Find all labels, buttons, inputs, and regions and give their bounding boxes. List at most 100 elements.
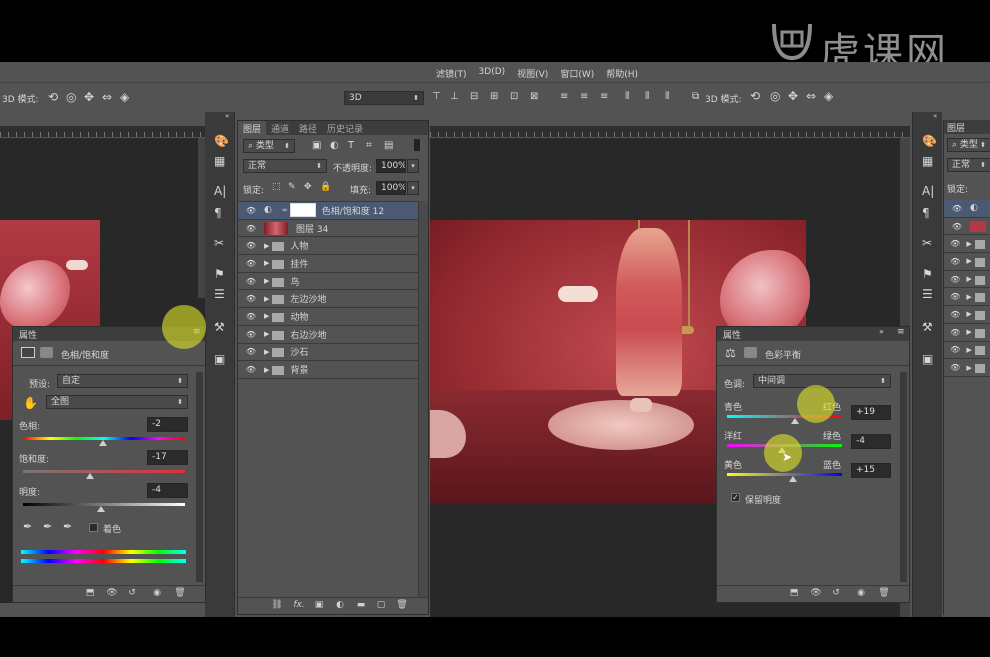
delete-adjustment-icon[interactable]: 🗑 xyxy=(171,588,189,598)
scale-icon[interactable]: ◈ xyxy=(824,89,833,103)
menu-view[interactable]: 视图(V) xyxy=(517,67,548,82)
align-top-icon[interactable]: ⊤ xyxy=(432,91,441,102)
layer-row-group[interactable]: 👁 ▶ 鸟 xyxy=(238,273,418,291)
reset-icon[interactable]: ↺ xyxy=(123,588,141,598)
panel-menu-icon[interactable]: ≡ xyxy=(897,327,905,337)
orbit-icon[interactable]: ⟲ xyxy=(48,90,58,104)
collapse-arrows-icon[interactable]: « xyxy=(225,112,229,120)
layer-row-group[interactable]: 👁 ▶ 右边沙地 xyxy=(238,326,418,344)
right-edge-row[interactable]: 👁 ▶ xyxy=(944,271,990,289)
right-edge-row[interactable]: 👁 ▶ xyxy=(944,342,990,360)
pan-icon[interactable]: ✥ xyxy=(84,90,94,104)
tab-history[interactable]: 历史记录 xyxy=(322,121,368,135)
reset-icon[interactable]: ↺ xyxy=(827,588,845,598)
preset-dropdown[interactable]: 自定 xyxy=(57,374,188,388)
eye-icon[interactable]: 👁 xyxy=(238,347,264,356)
colorize-checkbox[interactable] xyxy=(89,523,98,532)
clip-to-layer-icon[interactable]: ⬒ xyxy=(785,588,803,598)
align-hcenter-icon[interactable]: ⊡ xyxy=(510,91,518,102)
layer-row-layer-34[interactable]: 👁 图层 34 xyxy=(238,220,418,238)
left-doc-scrollbar[interactable] xyxy=(198,138,205,298)
menu-help[interactable]: 帮助(H) xyxy=(606,67,638,82)
expand-arrow-icon[interactable]: ▶ xyxy=(264,348,269,356)
right-edge-blend[interactable]: 正常 xyxy=(947,158,990,172)
visibility-icon[interactable]: ◉ xyxy=(148,588,166,598)
auto-align-icon[interactable]: ⧉ xyxy=(692,91,699,102)
scale-icon[interactable]: ◈ xyxy=(120,90,129,104)
eye-icon[interactable]: 👁 xyxy=(238,277,264,286)
eye-icon[interactable]: 👁 xyxy=(944,239,966,248)
tab-channels[interactable]: 通道 xyxy=(266,121,294,135)
expand-arrow-icon[interactable]: ▶ xyxy=(966,346,971,354)
align-left-icon[interactable]: ⊞ xyxy=(490,91,498,102)
channel-dropdown[interactable]: 全图 xyxy=(46,395,188,409)
layer-filter-dropdown[interactable]: ⌕ 类型 xyxy=(243,139,295,153)
tab-paths[interactable]: 路径 xyxy=(294,121,322,135)
eye-icon[interactable]: 👁 xyxy=(238,259,264,268)
palette-icon[interactable]: 🎨 xyxy=(922,134,937,148)
layer-row-group[interactable]: 👁 ▶ 背景 xyxy=(238,361,418,379)
view-previous-icon[interactable]: 👁 xyxy=(807,588,825,598)
palette-icon[interactable]: 🎨 xyxy=(214,134,229,148)
distribute-center-icon[interactable]: ≡ xyxy=(580,91,588,102)
eye-icon[interactable]: 👁 xyxy=(944,275,966,284)
paragraph-icon[interactable]: ¶ xyxy=(214,206,222,220)
filter-pixel-icon[interactable]: ▣ xyxy=(312,140,321,151)
align-bottom-icon[interactable]: ⊟ xyxy=(470,91,478,102)
right-edge-row[interactable]: 👁 xyxy=(944,218,990,236)
mask-icon[interactable] xyxy=(744,347,757,358)
expand-arrow-icon[interactable]: ▶ xyxy=(264,312,269,320)
slide-icon[interactable]: ⇔ xyxy=(806,89,816,103)
orbit-icon[interactable]: ⟲ xyxy=(750,89,760,103)
expand-arrow-icon[interactable]: ▶ xyxy=(264,330,269,338)
eye-icon[interactable]: 👁 xyxy=(238,294,264,303)
menu-window[interactable]: 窗口(W) xyxy=(560,67,594,82)
paragraph-icon[interactable]: ¶ xyxy=(922,206,930,220)
expand-arrow-icon[interactable]: ▶ xyxy=(264,242,269,250)
expand-arrow-icon[interactable]: ▶ xyxy=(966,364,971,372)
clip-to-layer-icon[interactable]: ⬒ xyxy=(81,588,99,598)
fx-icon[interactable]: fx. xyxy=(290,600,308,610)
opacity-input[interactable]: 100% xyxy=(376,159,406,173)
preserve-luminosity-checkbox[interactable]: ✓ xyxy=(731,493,740,502)
roll-icon[interactable]: ◎ xyxy=(66,90,76,104)
right-edge-row[interactable]: 👁 ▶ xyxy=(944,306,990,324)
right-edge-row[interactable]: 👁 ▶ xyxy=(944,288,990,307)
yellow-blue-slider-thumb[interactable] xyxy=(789,476,798,482)
saturation-input[interactable]: -17 xyxy=(147,450,188,465)
eye-icon[interactable]: 👁 xyxy=(944,328,966,337)
swatches-icon[interactable]: ▦ xyxy=(214,154,225,168)
distribute-hcenter-icon[interactable]: ⦀ xyxy=(645,91,649,102)
lock-transparent-icon[interactable]: ⬚ xyxy=(272,182,281,192)
tools-icon[interactable]: ✂ xyxy=(922,236,932,250)
layer-comps-icon[interactable]: ▣ xyxy=(214,352,225,366)
right-edge-filter[interactable]: ⌕ 类型 xyxy=(947,138,990,152)
eye-icon[interactable]: 👁 xyxy=(944,204,970,213)
pan-icon[interactable]: ✥ xyxy=(788,89,798,103)
new-layer-icon[interactable]: ▢ xyxy=(372,600,390,610)
clone-source-icon[interactable]: ⚒ xyxy=(214,320,225,334)
new-group-icon[interactable]: ▬ xyxy=(352,600,370,610)
eye-icon[interactable]: 👁 xyxy=(238,241,264,250)
lightness-input[interactable]: -4 xyxy=(147,483,188,498)
saturation-slider-track[interactable] xyxy=(23,470,185,473)
layer-row-group[interactable]: 👁 ▶ 左边沙地 xyxy=(238,290,418,309)
hand-tool-icon[interactable]: ✋ xyxy=(23,396,38,410)
tools-icon[interactable]: ✂ xyxy=(214,236,224,250)
tab-layers[interactable]: 图层 xyxy=(238,121,267,135)
expand-arrow-icon[interactable]: ▶ xyxy=(264,277,269,285)
eye-icon[interactable]: 👁 xyxy=(238,330,264,339)
saturation-slider-thumb[interactable] xyxy=(86,473,95,479)
new-adjustment-icon[interactable]: ◐ xyxy=(331,600,349,610)
eye-icon[interactable]: 👁 xyxy=(238,365,264,374)
lightness-slider-thumb[interactable] xyxy=(96,506,105,512)
yellow-blue-slider-track[interactable] xyxy=(727,473,842,476)
clone-source-icon[interactable]: ⚒ xyxy=(922,320,933,334)
hue-slider-thumb[interactable] xyxy=(99,440,108,446)
layer-row-group[interactable]: 👁 ▶ 沙石 xyxy=(238,344,418,362)
yellow-blue-input[interactable]: +15 xyxy=(851,463,891,478)
visibility-icon[interactable]: ◉ xyxy=(852,588,870,598)
layers-scrollbar[interactable] xyxy=(418,201,428,601)
collapse-arrows-icon[interactable]: » xyxy=(879,327,884,336)
right-edge-row[interactable]: 👁 ▶ xyxy=(944,359,990,377)
